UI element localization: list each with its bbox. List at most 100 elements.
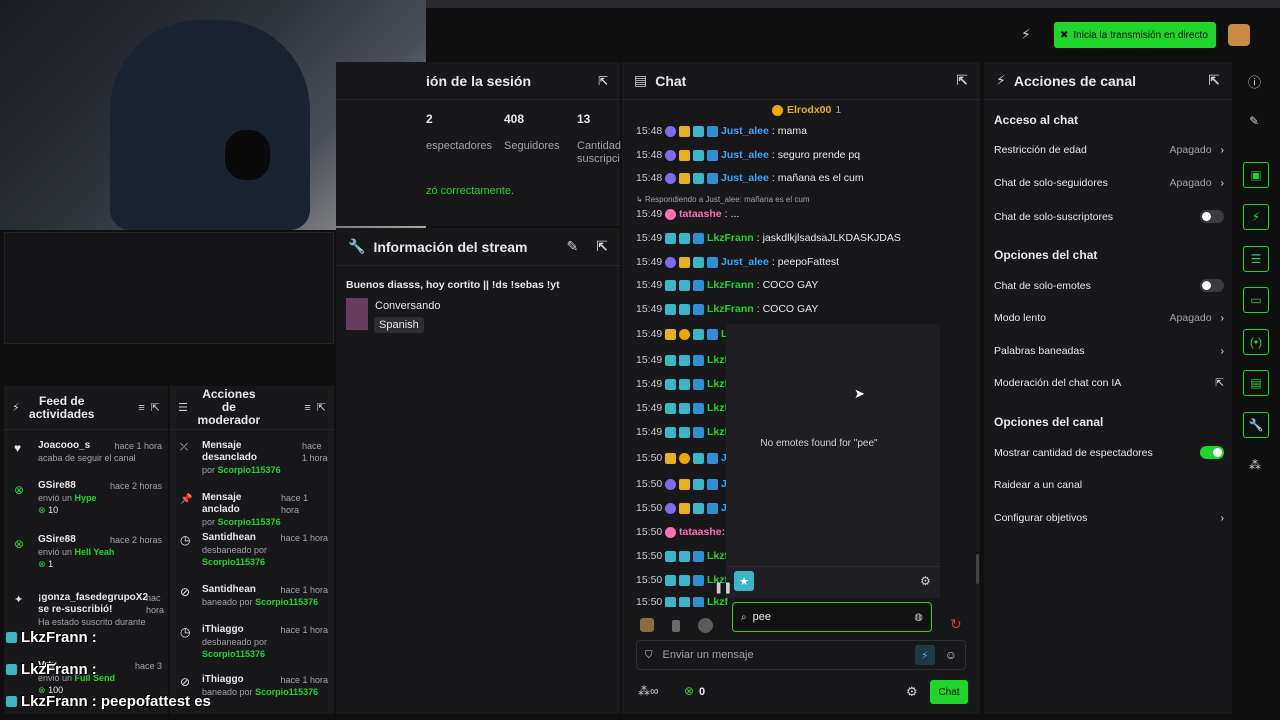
chat-message: 15:48 Just_alee: seguro prende pq: [636, 149, 861, 161]
favorite-emotes-icon[interactable]: ★: [734, 571, 754, 591]
wrench-icon: 🔧: [348, 238, 366, 254]
layout-icon[interactable]: ▣: [1243, 162, 1269, 188]
kick-logo-icon[interactable]: ⚡: [1021, 26, 1031, 43]
document-icon[interactable]: ▤: [1243, 370, 1269, 396]
settings-icon[interactable]: ⚙: [906, 684, 918, 700]
popout-icon[interactable]: ⇱: [956, 72, 968, 89]
filter-icon[interactable]: ≡: [304, 402, 310, 414]
pinned-gifter: Elrodx00 1: [772, 104, 841, 116]
broadcast-icon[interactable]: (•): [1243, 329, 1269, 355]
sword-icon: [693, 574, 704, 586]
message-input-box[interactable]: ⛉ Enviar un mensaje ⚡ ☺: [636, 640, 966, 670]
stream-info-panel: 🔧 Información del stream ✎ ⇱ Buenos dias…: [336, 228, 620, 714]
language-tag: Spanish: [374, 317, 424, 333]
connections-icon[interactable]: ⁂∞: [638, 684, 659, 698]
coin-icon: [679, 452, 690, 464]
coin-icon: [772, 104, 783, 116]
sword-icon: [693, 426, 704, 438]
setting-banned-words[interactable]: Palabras baneadas ›: [994, 345, 1224, 357]
setting-ai-moderation[interactable]: Moderación del chat con IA ⇱: [994, 377, 1224, 389]
chevron-right-icon: ›: [1220, 345, 1225, 357]
popout-icon[interactable]: ⇱: [317, 401, 326, 414]
badge-icon: [665, 574, 676, 586]
go-live-button[interactable]: ✖ Inicia la transmisión en directo: [1054, 22, 1216, 48]
refresh-icon[interactable]: ↻: [950, 616, 962, 633]
clock-icon: ◷: [180, 533, 191, 547]
badge-icon: [665, 354, 676, 366]
wrench-icon[interactable]: 🔧: [1243, 412, 1269, 438]
coin-icon: ⊗: [684, 684, 695, 698]
sword-icon: [693, 402, 704, 414]
pause-icon[interactable]: ❚❚: [714, 581, 732, 594]
emote-search-box[interactable]: ⌕ pee ◍: [732, 602, 932, 632]
show-viewers-toggle[interactable]: [1200, 446, 1224, 459]
info-icon[interactable]: ⓘ: [1248, 72, 1261, 91]
send-chat-button[interactable]: Chat: [930, 680, 968, 704]
chevron-right-icon: ›: [1220, 177, 1225, 189]
edit-icon[interactable]: ✎: [567, 238, 579, 255]
badge-icon: [665, 597, 676, 607]
popout-icon[interactable]: ⇱: [596, 238, 608, 255]
setting-goals[interactable]: Configurar objetivos ›: [994, 512, 1224, 524]
chat-message: 15:49 Lkzf: [636, 378, 728, 390]
emote-shortcut[interactable]: [698, 618, 713, 633]
sword-icon: [707, 149, 718, 161]
external-link-icon: ⇱: [1215, 377, 1224, 389]
kick-emote-icon[interactable]: ⚡: [914, 645, 935, 665]
popout-icon[interactable]: ⇱: [151, 401, 160, 414]
emote-search-input[interactable]: pee: [753, 611, 909, 623]
settings-icon[interactable]: ⚙: [920, 574, 931, 588]
cursor-arrow-icon: ➤: [854, 386, 865, 401]
lightning-icon[interactable]: ⚡: [1243, 204, 1269, 230]
sword-icon: [707, 256, 718, 268]
edit-icon[interactable]: ✎: [1249, 114, 1259, 128]
list-icon[interactable]: ☰: [1243, 246, 1269, 272]
emote-shortcut[interactable]: [672, 620, 680, 632]
session-title: ión de la sesión: [426, 72, 532, 89]
overlay-chat-line: LkzFrann:: [6, 629, 97, 646]
setting-age-restriction[interactable]: Restricción de edad Apagado ›: [994, 144, 1224, 156]
smile-icon[interactable]: ☺: [945, 648, 957, 662]
setting-raid[interactable]: Raidear a un canal: [994, 479, 1224, 491]
feed-item: ♥ Joacooo_s hace 1 hora acaba de seguir e…: [14, 440, 162, 463]
emotes-only-toggle[interactable]: [1200, 279, 1224, 292]
chat-message: 15:49 Just_alee: peepoFattest: [636, 256, 840, 268]
crown-icon: [665, 328, 676, 340]
setting-slow-mode[interactable]: Modo lento Apagado ›: [994, 312, 1224, 324]
badge-icon: [679, 574, 690, 586]
chat-icon[interactable]: ▭: [1243, 287, 1269, 313]
emote-shortcut[interactable]: [640, 618, 654, 632]
crown-icon: [679, 478, 690, 490]
badge-icon: [665, 208, 676, 220]
mod-item: 📌 Mensaje anclado hace 1 hora por Scorpio…: [180, 492, 309, 527]
badge-icon: [665, 526, 676, 538]
message-input[interactable]: Enviar un mensaje: [663, 649, 905, 661]
sword-icon: [693, 303, 704, 315]
coin-icon: ⊗: [38, 505, 46, 515]
subs-only-toggle[interactable]: [1200, 210, 1224, 223]
feed-title: Feed de actividades: [29, 393, 95, 421]
connections-icon[interactable]: ⁂: [1249, 458, 1261, 472]
sword-icon: [693, 597, 704, 607]
badge-icon: [693, 478, 704, 490]
badge-icon: [679, 597, 690, 607]
lightning-icon: ⚡: [12, 402, 20, 414]
mod-item: ⤫ Mensaje desanclado hace 1 hora por Scor…: [180, 440, 328, 475]
popout-icon[interactable]: ⇱: [1208, 72, 1220, 89]
globe-icon[interactable]: ◍: [914, 612, 923, 623]
badge-icon: [665, 478, 676, 490]
filter-icon[interactable]: ≡: [138, 402, 144, 414]
stat-followers: 408 Seguidores: [504, 112, 560, 152]
crown-icon: [679, 256, 690, 268]
popout-icon[interactable]: ⇱: [598, 74, 608, 88]
crown-icon: [679, 502, 690, 514]
setting-followers-only[interactable]: Chat de solo-seguidores Apagado ›: [994, 177, 1224, 189]
channel-actions-title: Acciones de canal: [1013, 72, 1137, 89]
badge-icon: [665, 378, 676, 390]
channel-actions-panel: ⚡ Acciones de canal ⇱ Acceso al chat Res…: [984, 62, 1232, 714]
avatar[interactable]: [1228, 24, 1250, 46]
emote-scrollbar[interactable]: [976, 554, 979, 584]
chat-message: 15:49 Lkzf: [636, 354, 728, 366]
sword-icon: [693, 279, 704, 291]
chevron-right-icon: ›: [1220, 312, 1225, 324]
